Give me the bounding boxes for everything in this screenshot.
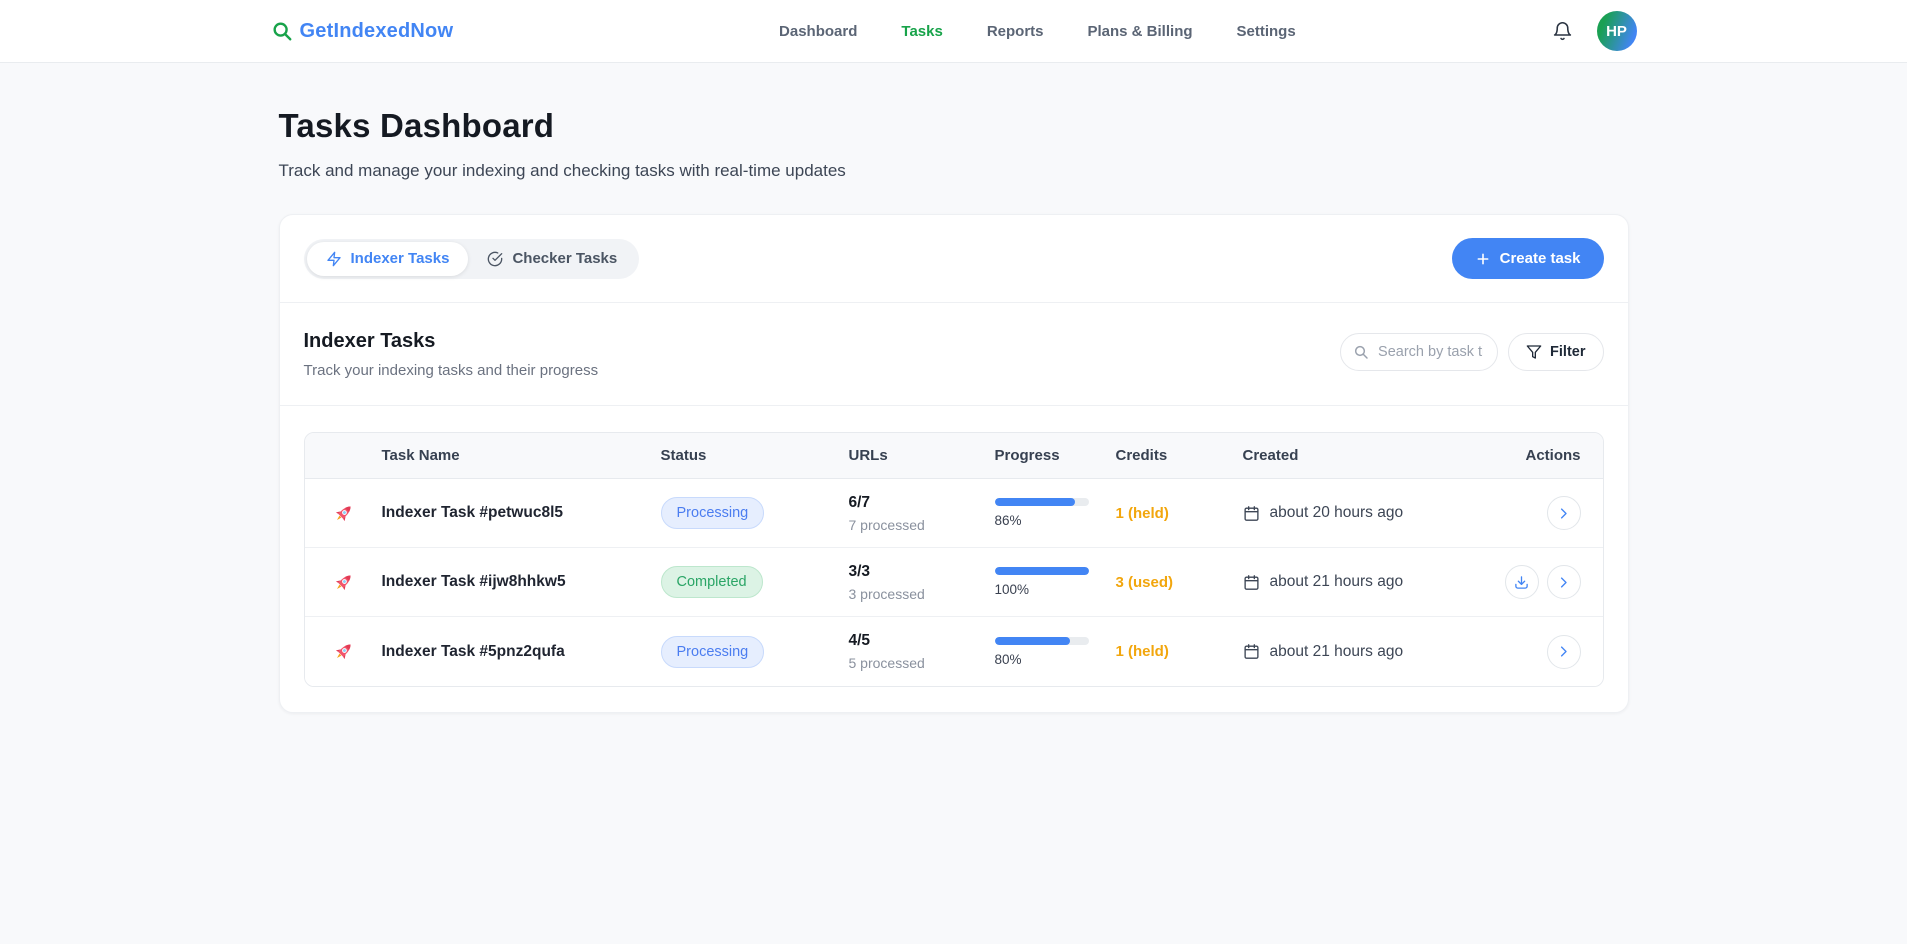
brand-logo[interactable]: GetIndexedNow [271,20,454,43]
col-credits: Credits [1116,447,1243,464]
chevron-right-icon [1556,644,1571,659]
top-navbar: GetIndexedNow Dashboard Tasks Reports Pl… [0,0,1907,63]
progress-bar [995,567,1089,575]
progress-cell: 86% [995,498,1116,528]
credits-value: 1 (held) [1116,505,1243,522]
tab-indexer-tasks[interactable]: Indexer Tasks [307,242,469,276]
nav-item-reports[interactable]: Reports [987,23,1044,40]
bell-icon [1552,21,1573,42]
nav-item-dashboard[interactable]: Dashboard [779,23,857,40]
urls-cell: 6/7 7 processed [849,494,995,533]
urls-count: 6/7 [849,494,995,512]
chevron-right-icon [1556,575,1571,590]
progress-percent: 86% [995,513,1116,528]
open-task-button[interactable] [1547,565,1581,599]
progress-cell: 80% [995,637,1116,667]
col-status: Status [661,447,849,464]
credits-value: 3 (used) [1116,574,1243,591]
task-name: Indexer Task #petwuc8l5 [382,504,661,522]
table-header-row: Task Name Status URLs Progress Credits C… [305,433,1603,479]
nav-item-plans-billing[interactable]: Plans & Billing [1088,23,1193,40]
urls-processed: 5 processed [849,655,995,671]
tabs-row: Indexer Tasks Checker Tasks [280,215,1628,303]
table-row[interactable]: Indexer Task #ijw8hhkw5 Completed 3/3 3 … [305,548,1603,617]
panel-header: Indexer Tasks Track your indexing tasks … [280,303,1628,406]
create-task-button[interactable]: Create task [1452,238,1604,279]
created-text: about 21 hours ago [1270,573,1404,591]
tasks-table: Task Name Status URLs Progress Credits C… [304,432,1604,687]
nav-item-settings[interactable]: Settings [1237,23,1296,40]
filter-label: Filter [1550,344,1585,360]
rocket-icon [332,640,355,663]
download-button[interactable] [1505,565,1539,599]
status-badge: Processing [661,497,765,529]
urls-processed: 7 processed [849,517,995,533]
page-content: Tasks Dashboard Track and manage your in… [271,107,1637,713]
calendar-icon [1243,643,1260,660]
created-text: about 20 hours ago [1270,504,1404,522]
col-progress: Progress [995,447,1116,464]
task-type-tab-group: Indexer Tasks Checker Tasks [304,239,640,279]
panel-title: Indexer Tasks [304,330,599,353]
col-actions: Actions [1453,447,1603,464]
created-text: about 21 hours ago [1270,643,1404,661]
row-actions [1453,496,1603,530]
status-badge: Completed [661,566,763,598]
row-actions [1453,565,1603,599]
rocket-icon [332,571,355,594]
brand-name: GetIndexedNow [300,20,454,43]
table-body: Indexer Task #petwuc8l5 Processing 6/7 7… [305,479,1603,686]
open-task-button[interactable] [1547,635,1581,669]
urls-count: 4/5 [849,632,995,650]
urls-cell: 4/5 5 processed [849,632,995,671]
tab-indexer-label: Indexer Tasks [351,250,450,267]
progress-cell: 100% [995,567,1116,597]
urls-count: 3/3 [849,563,995,581]
check-circle-icon [487,251,503,267]
notifications-button[interactable] [1552,21,1573,42]
avatar[interactable]: HP [1597,11,1637,51]
col-task-name: Task Name [382,447,661,464]
page-subtitle: Track and manage your indexing and check… [279,161,1629,181]
funnel-icon [1526,344,1542,360]
bolt-icon [326,251,342,267]
task-name: Indexer Task #5pnz2qufa [382,643,661,661]
chevron-right-icon [1556,506,1571,521]
progress-bar [995,637,1089,645]
progress-bar [995,498,1089,506]
col-created: Created [1243,447,1453,464]
created-cell: about 20 hours ago [1243,504,1453,522]
progress-percent: 80% [995,652,1116,667]
created-cell: about 21 hours ago [1243,643,1453,661]
open-task-button[interactable] [1547,496,1581,530]
rocket-icon [332,502,355,525]
page-title: Tasks Dashboard [279,107,1629,145]
download-icon [1514,575,1529,590]
panel-subtitle: Track your indexing tasks and their prog… [304,362,599,379]
progress-percent: 100% [995,582,1116,597]
tasks-card: Indexer Tasks Checker Tasks [279,214,1629,713]
plus-icon [1475,251,1491,267]
calendar-icon [1243,574,1260,591]
row-actions [1453,635,1603,669]
magnifier-logo-icon [271,20,293,42]
create-task-label: Create task [1500,250,1581,267]
main-nav: Dashboard Tasks Reports Plans & Billing … [523,23,1551,40]
col-urls: URLs [849,447,995,464]
search-wrap [1340,333,1498,371]
table-row[interactable]: Indexer Task #petwuc8l5 Processing 6/7 7… [305,479,1603,548]
urls-processed: 3 processed [849,586,995,602]
created-cell: about 21 hours ago [1243,573,1453,591]
tab-checker-tasks[interactable]: Checker Tasks [468,242,636,276]
tab-checker-label: Checker Tasks [512,250,617,267]
status-badge: Processing [661,636,765,668]
search-icon [1353,344,1369,360]
filter-button[interactable]: Filter [1508,333,1603,371]
table-row[interactable]: Indexer Task #5pnz2qufa Processing 4/5 5… [305,617,1603,686]
task-name: Indexer Task #ijw8hhkw5 [382,573,661,591]
credits-value: 1 (held) [1116,643,1243,660]
nav-item-tasks[interactable]: Tasks [901,23,942,40]
urls-cell: 3/3 3 processed [849,563,995,602]
calendar-icon [1243,505,1260,522]
